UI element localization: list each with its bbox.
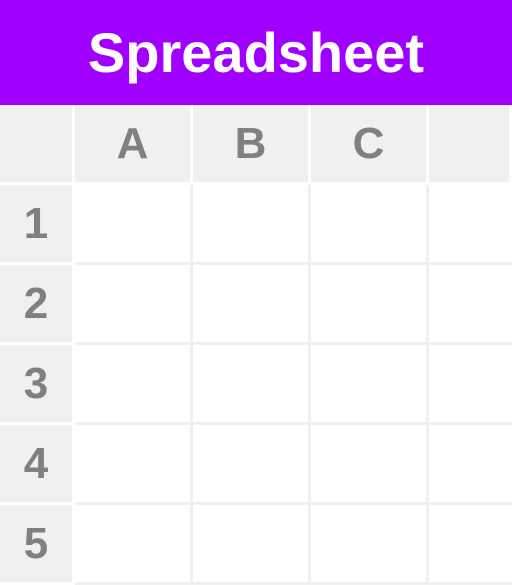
cell-a5[interactable] xyxy=(75,505,193,585)
column-header-b[interactable]: B xyxy=(193,105,311,185)
cell-c5[interactable] xyxy=(311,505,429,585)
column-header-extra[interactable] xyxy=(429,105,512,185)
cell-b4[interactable] xyxy=(193,425,311,505)
cell-c1[interactable] xyxy=(311,185,429,265)
column-header-a[interactable]: A xyxy=(75,105,193,185)
cell-a2[interactable] xyxy=(75,265,193,345)
row-header-3[interactable]: 3 xyxy=(0,345,75,425)
cell-a3[interactable] xyxy=(75,345,193,425)
cell-extra-2[interactable] xyxy=(429,265,512,345)
column-header-row: A B C xyxy=(0,105,512,185)
cell-a1[interactable] xyxy=(75,185,193,265)
column-header-c[interactable]: C xyxy=(311,105,429,185)
cell-extra-3[interactable] xyxy=(429,345,512,425)
cell-extra-1[interactable] xyxy=(429,185,512,265)
cell-c4[interactable] xyxy=(311,425,429,505)
row-header-5[interactable]: 5 xyxy=(0,505,75,585)
spreadsheet-grid: A B C 1 2 3 4 5 xyxy=(0,105,512,585)
cell-b5[interactable] xyxy=(193,505,311,585)
row-4: 4 xyxy=(0,425,512,505)
cell-c2[interactable] xyxy=(311,265,429,345)
row-5: 5 xyxy=(0,505,512,585)
row-header-1[interactable]: 1 xyxy=(0,185,75,265)
corner-cell[interactable] xyxy=(0,105,75,185)
row-1: 1 xyxy=(0,185,512,265)
cell-c3[interactable] xyxy=(311,345,429,425)
row-header-2[interactable]: 2 xyxy=(0,265,75,345)
cell-extra-5[interactable] xyxy=(429,505,512,585)
row-2: 2 xyxy=(0,265,512,345)
cell-b2[interactable] xyxy=(193,265,311,345)
app-title: Spreadsheet xyxy=(88,20,424,85)
cell-b1[interactable] xyxy=(193,185,311,265)
cell-b3[interactable] xyxy=(193,345,311,425)
app-header: Spreadsheet xyxy=(0,0,512,105)
row-header-4[interactable]: 4 xyxy=(0,425,75,505)
cell-extra-4[interactable] xyxy=(429,425,512,505)
row-3: 3 xyxy=(0,345,512,425)
cell-a4[interactable] xyxy=(75,425,193,505)
